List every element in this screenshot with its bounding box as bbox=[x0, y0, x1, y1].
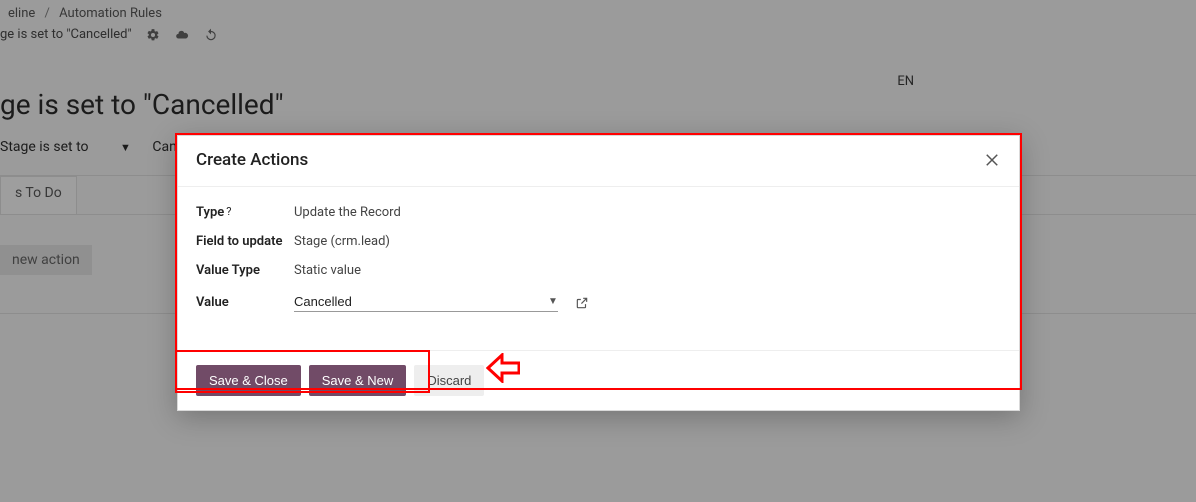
row-type: Type? Update the Record bbox=[196, 205, 1001, 220]
label-value: Value bbox=[196, 295, 294, 310]
discard-button[interactable]: Discard bbox=[414, 365, 484, 396]
value-field-to-update[interactable]: Stage (crm.lead) bbox=[294, 234, 390, 249]
close-icon[interactable] bbox=[983, 151, 1001, 169]
label-value-type: Value Type bbox=[196, 263, 294, 278]
modal-header: Create Actions bbox=[178, 136, 1019, 186]
label-field-to-update: Field to update bbox=[196, 234, 294, 249]
row-field-to-update: Field to update Stage (crm.lead) bbox=[196, 234, 1001, 249]
value-type[interactable]: Update the Record bbox=[294, 205, 401, 220]
dropdown-caret-icon[interactable]: ▼ bbox=[548, 296, 558, 307]
modal-title: Create Actions bbox=[196, 150, 308, 170]
help-tooltip-icon[interactable]: ? bbox=[226, 205, 231, 218]
row-value: Value ▼ bbox=[196, 292, 1001, 312]
modal-body: Type? Update the Record Field to update … bbox=[178, 187, 1019, 350]
label-type: Type? bbox=[196, 205, 294, 220]
external-link-icon[interactable] bbox=[575, 296, 589, 310]
modal-footer: Save & Close Save & New Discard bbox=[178, 350, 1019, 410]
row-value-type: Value Type Static value bbox=[196, 263, 1001, 278]
create-actions-modal: Create Actions Type? Update the Record F… bbox=[177, 135, 1020, 411]
value-value-type[interactable]: Static value bbox=[294, 263, 361, 278]
value-input[interactable] bbox=[294, 292, 558, 312]
save-and-close-button[interactable]: Save & Close bbox=[196, 365, 301, 396]
save-and-new-button[interactable]: Save & New bbox=[309, 365, 407, 396]
